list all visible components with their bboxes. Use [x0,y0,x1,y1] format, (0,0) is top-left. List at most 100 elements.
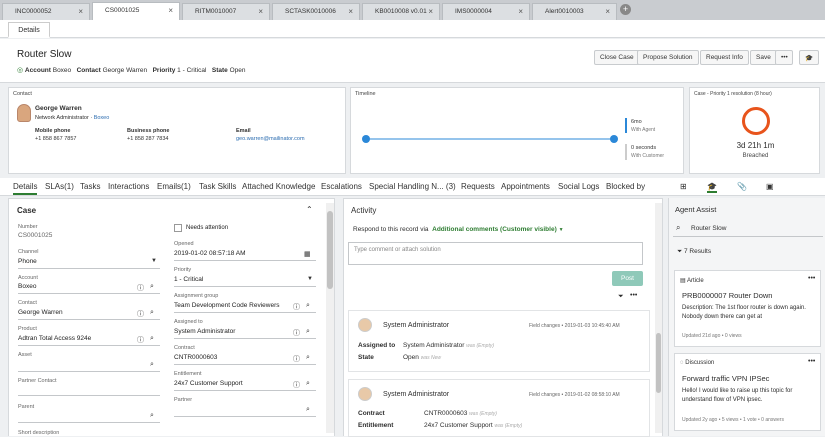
search-icon[interactable]: ⌕ [306,302,310,310]
assigned-to-field[interactable]: System Administrator [174,328,235,335]
close-icon[interactable]: × [258,7,263,16]
close-icon[interactable]: × [168,6,173,15]
scrollbar[interactable] [655,203,662,433]
tab-sctask0010006[interactable]: SCTASK0010006 × [272,3,360,20]
tab-requests[interactable]: Requests [461,182,495,191]
info-icon[interactable]: ⓘ [137,283,144,293]
search-icon[interactable]: ⌕ [150,283,154,291]
entitlement-field[interactable]: 24x7 Customer Support [174,380,243,387]
search-icon[interactable]: ⌕ [306,354,310,362]
tab-social-logs[interactable]: Social Logs [558,182,599,191]
parent-field[interactable] [18,422,160,423]
asset-field[interactable] [18,371,160,372]
info-icon[interactable]: ⓘ [293,302,300,312]
search-icon[interactable]: ⌕ [150,361,154,369]
chevron-up-icon[interactable]: ⌃ [306,205,313,214]
divider [174,338,316,339]
save-button[interactable]: Save [750,50,777,65]
tab-appointments[interactable]: Appointments [501,182,550,191]
card-title[interactable]: Forward traffic VPN IPSec [682,374,769,383]
chevron-down-icon[interactable]: ▼ [559,227,564,233]
partner-contact-field[interactable] [18,395,160,396]
close-icon[interactable]: × [78,7,83,16]
agent-assist-search-input[interactable]: ⌕ Router Slow [673,221,823,237]
search-icon[interactable]: ⌕ [150,412,154,420]
graduation-cap-icon[interactable]: 🎓 [799,50,819,65]
tab-attached-knowledge[interactable]: Attached Knowledge [242,182,315,191]
agent-assist-icon[interactable]: 🎓 [707,182,717,193]
tab-details[interactable]: Details [8,22,50,38]
tab-blocked-by[interactable]: Blocked by [606,182,645,191]
scrollbar-thumb[interactable] [327,211,333,289]
search-icon[interactable]: ⌕ [150,335,154,343]
tab-emails[interactable]: Emails(1) [157,182,191,191]
filter-icon[interactable]: ⏷ [677,248,682,255]
tab-escalations[interactable]: Escalations [321,182,362,191]
contact-company-link[interactable]: Boxeo [94,115,110,121]
channel-select[interactable]: Phone [18,258,37,265]
tab-inc0000052[interactable]: INC0000052 × [2,3,90,20]
add-tab-icon[interactable]: + [620,4,631,15]
grid-icon[interactable]: ⊞ [680,182,687,191]
tab-task-skills[interactable]: Task Skills [199,182,236,191]
info-icon[interactable]: ⓘ [293,380,300,390]
more-icon[interactable]: ••• [808,275,815,282]
tab-ritm0010007[interactable]: RITM0010007 × [182,3,270,20]
info-icon[interactable]: ⓘ [293,354,300,364]
product-field[interactable]: Adtran Total Access 924e [18,335,91,342]
chevron-down-icon[interactable]: ▼ [151,258,157,264]
sla-breach-ring [742,107,770,135]
card-title[interactable]: PRB0000007 Router Down [682,291,772,300]
priority-value: 1 - Critical [177,67,207,74]
tab-slas[interactable]: SLAs(1) [45,182,74,191]
info-icon[interactable]: ⓘ [137,309,144,319]
more-icon[interactable]: ••• [808,358,815,365]
tab-special-handling[interactable]: Special Handling N... (3) [369,182,456,191]
info-icon[interactable]: ⓘ [137,335,144,345]
tab-alert0010003[interactable]: Alert0010003 × [532,3,617,20]
tab-interactions[interactable]: Interactions [108,182,149,191]
search-icon[interactable]: ⌕ [306,328,310,336]
email-link[interactable]: geo.warren@mailinator.com [236,136,305,142]
priority-select[interactable]: 1 - Critical [174,276,203,283]
close-case-button[interactable]: Close Case [594,50,640,65]
assignment-group-field[interactable]: Team Development Code Reviewers [174,302,280,309]
filter-icon[interactable]: ⏷ [618,293,624,301]
tab-cs0001025[interactable]: CS0001025 × [92,2,180,20]
scrollbar-thumb[interactable] [656,333,661,393]
article-card[interactable]: ▤ Article ••• PRB0000007 Router Down Des… [674,270,821,347]
contact-field[interactable]: George Warren [18,309,63,316]
tab-details[interactable]: Details [13,182,38,195]
respond-mode-select[interactable]: Additional comments (Customer visible) [432,226,557,233]
close-icon[interactable]: × [605,7,610,16]
search-icon[interactable]: ⌕ [306,380,310,388]
more-actions-icon[interactable]: ••• [775,50,793,65]
comment-textarea[interactable]: Type comment or attach solution [348,242,643,265]
more-icon[interactable]: ••• [630,292,637,299]
needs-attention-checkbox[interactable] [174,224,182,232]
contract-field[interactable]: CNTR0000603 [174,354,217,361]
tab-kb0010008[interactable]: KB0010008 v0.01 × [362,3,440,20]
paperclip-icon[interactable]: 📎 [737,182,747,191]
search-icon[interactable]: ⌕ [306,406,310,414]
close-icon[interactable]: × [428,7,433,16]
discussion-card[interactable]: ◌ Discussion ••• Forward traffic VPN IPS… [674,353,821,431]
tab-tasks[interactable]: Tasks [80,182,100,191]
request-info-button[interactable]: Request Info [700,50,749,65]
scrollbar[interactable] [326,203,334,433]
panel-icon[interactable]: ▣ [766,182,774,191]
calendar-icon[interactable]: ▦ [304,250,311,258]
chevron-down-icon[interactable]: ▼ [307,276,313,282]
entitlement-label: Entitlement [174,371,202,377]
post-button[interactable]: Post [612,271,643,286]
close-icon[interactable]: × [518,7,523,16]
propose-solution-button[interactable]: Propose Solution [637,50,699,65]
close-icon[interactable]: × [348,7,353,16]
info-icon[interactable]: ⓘ [293,328,300,338]
opened-field[interactable]: 2019-01-02 08:57:18 AM [174,250,246,257]
partner-field[interactable] [174,416,316,417]
tab-ims0000004[interactable]: IMS0000004 × [442,3,530,20]
search-icon[interactable]: ⌕ [150,309,154,317]
account-field[interactable]: Boxeo [18,283,36,290]
contact-name[interactable]: George Warren [35,105,82,112]
